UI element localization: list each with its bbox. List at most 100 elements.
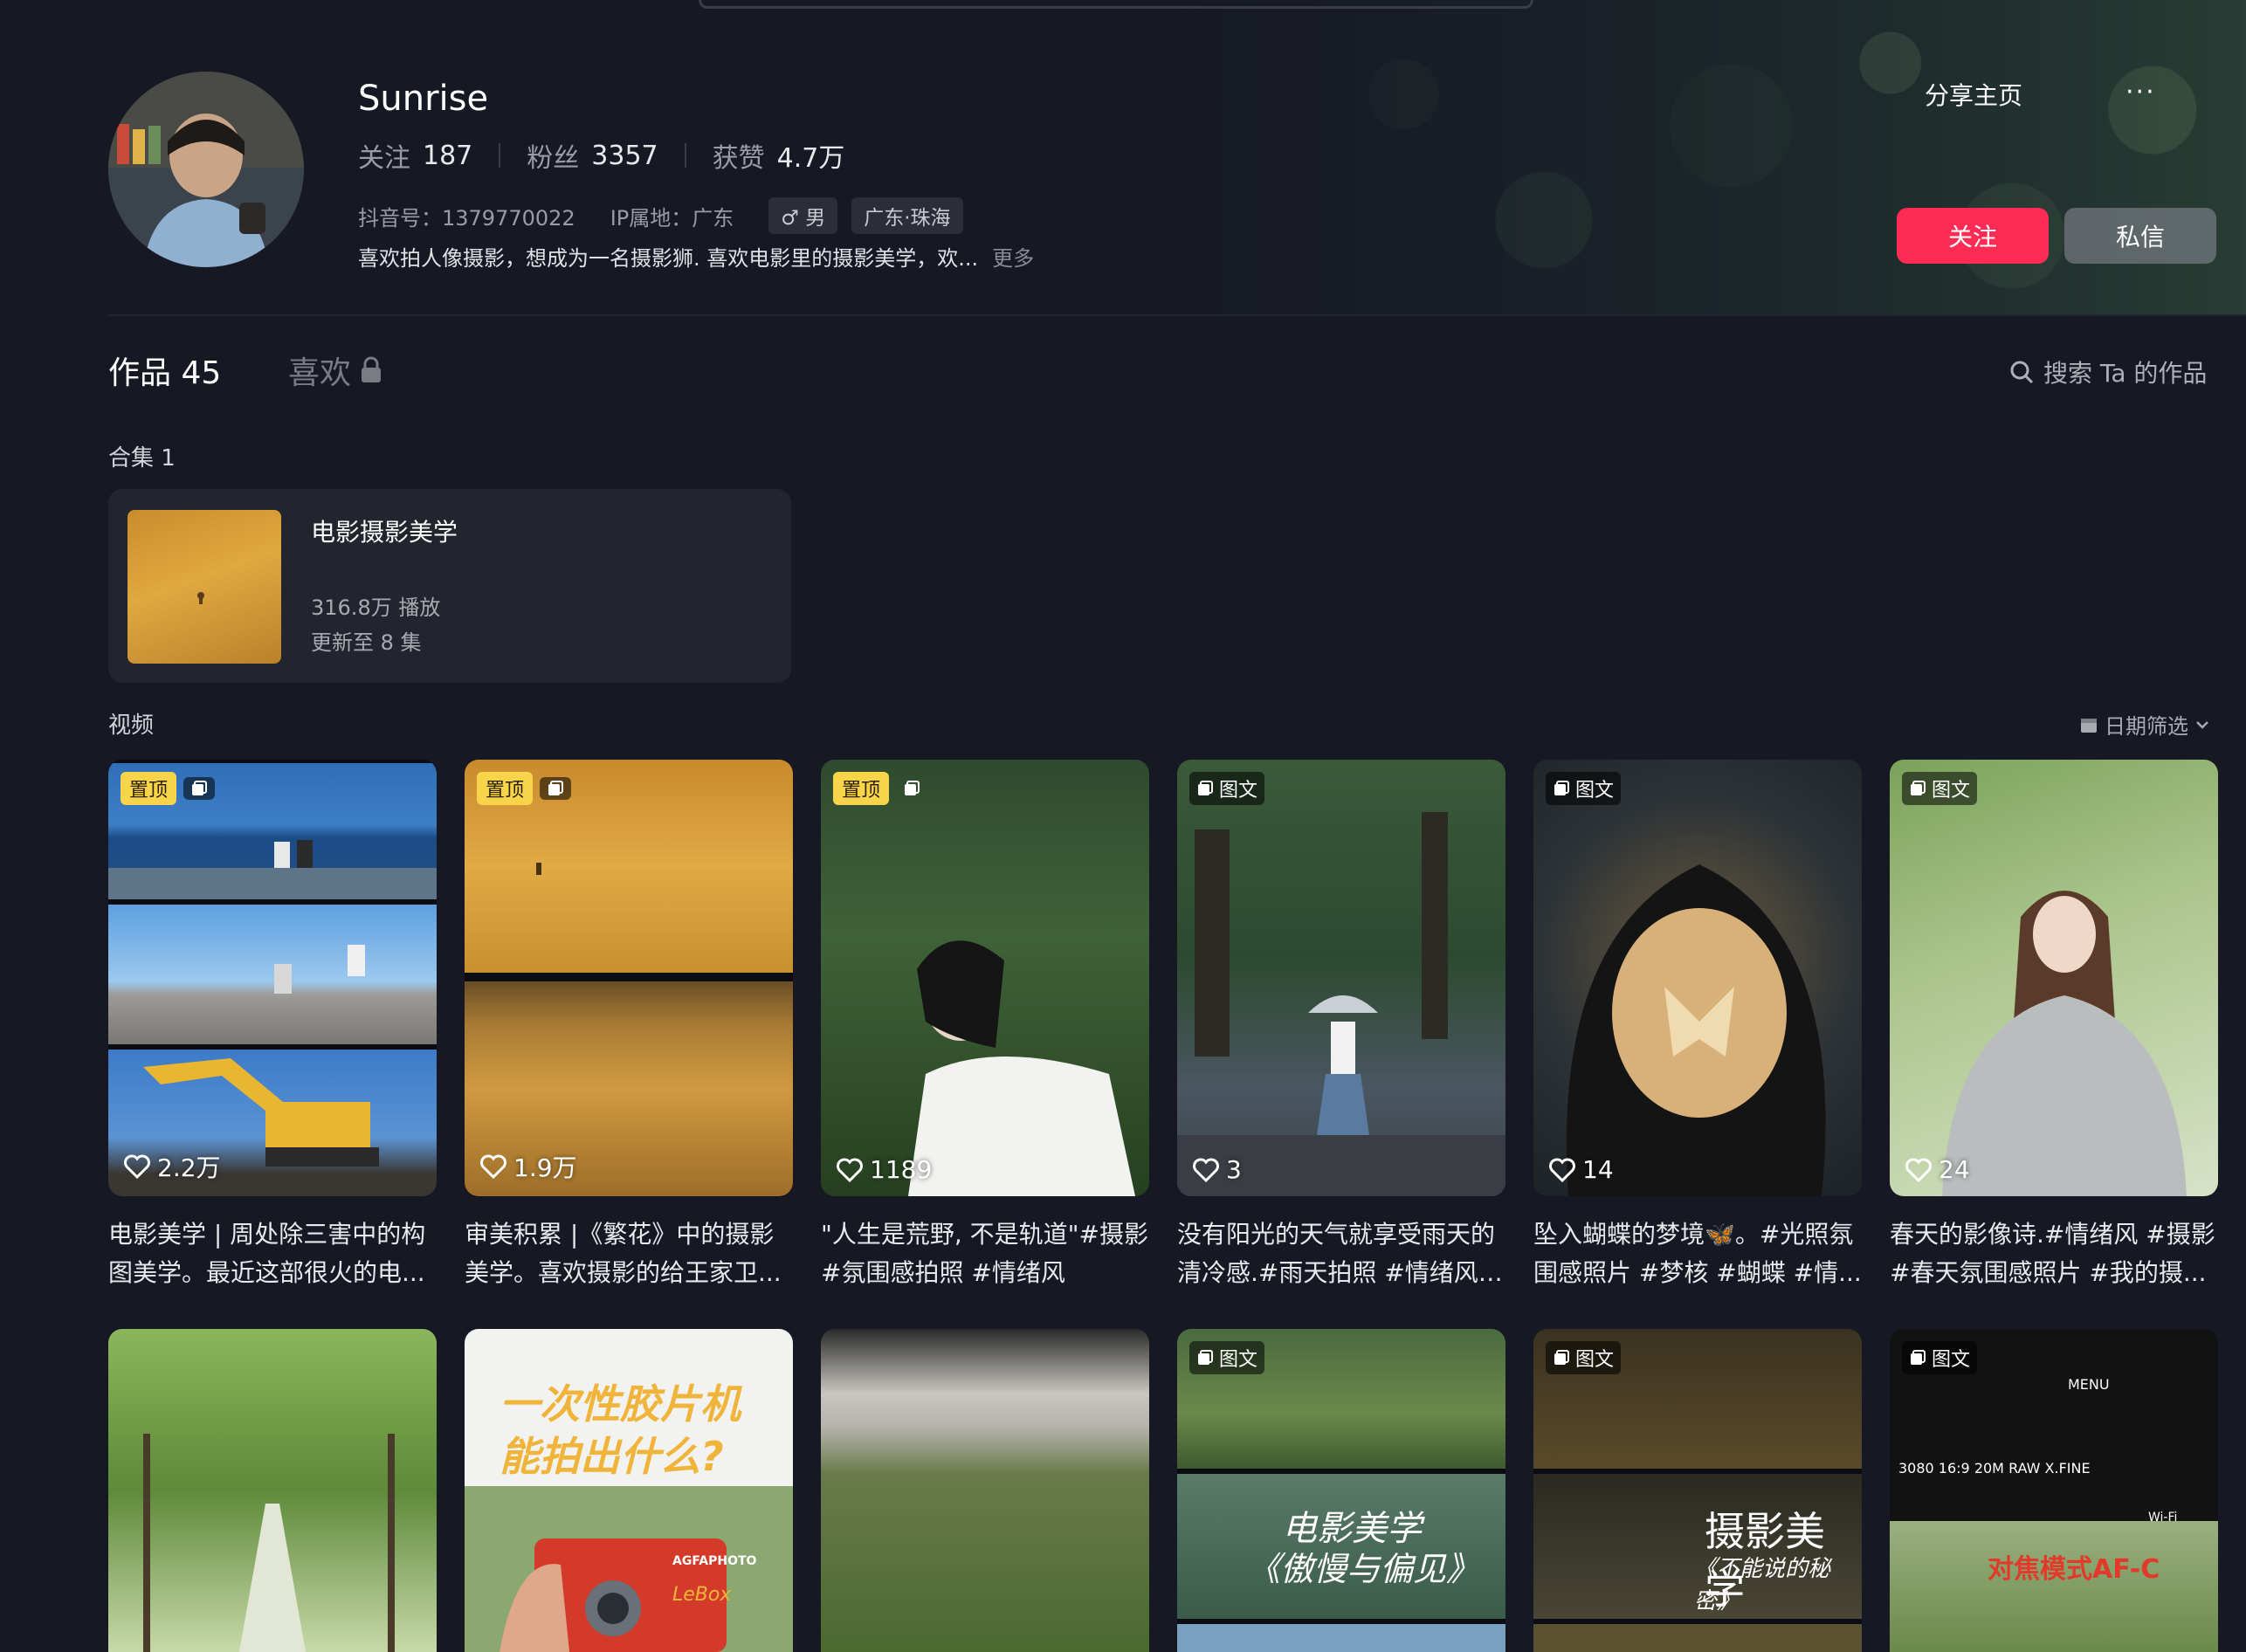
pinned-badge: 置顶	[833, 772, 890, 805]
image-post-card[interactable]: MENU 3080 16:9 20M RAW X.FINE 对焦模式AF-C W…	[1890, 1329, 2218, 1652]
stack-icon	[1554, 1350, 1569, 1365]
stack-icon	[1554, 781, 1569, 795]
caption-line: 坠入蝴蝶的梦境🦋。#光照氛	[1533, 1220, 1854, 1249]
like-count-value: 3	[1226, 1155, 1242, 1184]
like-count: 24	[1905, 1155, 1970, 1184]
tab-likes[interactable]: 喜欢	[288, 348, 382, 393]
share-profile-button[interactable]: 分享主页	[1925, 77, 2022, 112]
caption-line: 图美学。最近这部很火的电...	[108, 1258, 425, 1287]
card-badges: 图文	[1189, 1341, 1265, 1374]
card-caption[interactable]: 没有阳光的天气就享受雨天的 清冷感.#雨天拍照 #情绪风 ...	[1177, 1215, 1505, 1292]
video-card[interactable]: 置顶 1189	[821, 760, 1149, 1196]
stat-divider	[684, 143, 686, 168]
heart-icon	[1549, 1158, 1575, 1182]
image-post-card[interactable]: 电影美学 《傲慢与偏见》 图文	[1177, 1329, 1505, 1652]
camera-brand: AGFAPHOTO	[672, 1554, 757, 1568]
top-search-bar[interactable]	[699, 0, 1533, 9]
disposable-camera-icon	[465, 1486, 793, 1652]
gender-text: ♂ 男	[781, 207, 826, 230]
image-post-badge: 图文	[1189, 772, 1265, 805]
card-caption[interactable]: 春天的影像诗.#情绪风 #摄影 #春天氛围感照片 #我的摄...	[1890, 1215, 2218, 1292]
stack-icon	[1911, 781, 1926, 795]
heart-icon	[480, 1154, 506, 1179]
stat-divider	[499, 143, 501, 168]
pinned-badge: 置顶	[121, 772, 177, 805]
lock-icon	[362, 356, 382, 382]
date-filter-label: 日期筛选	[2105, 714, 2188, 739]
douyin-id: 抖音号：1379770022	[358, 205, 575, 231]
image-post-badge: 图文	[1546, 1341, 1622, 1374]
collection-updated: 更新至 8 集	[311, 630, 422, 655]
following-label[interactable]: 关注	[358, 136, 410, 175]
wifi-label: Wi-Fi	[2148, 1511, 2178, 1525]
collection-plays: 316.8万 播放	[311, 595, 441, 620]
video-section-label: 视频	[108, 712, 155, 739]
card-caption[interactable]: 电影美学 | 周处除三害中的构 图美学。最近这部很火的电...	[108, 1215, 437, 1292]
heart-icon	[837, 1158, 863, 1182]
thumb-butterfly-portrait	[1566, 864, 1826, 1196]
collection-title[interactable]: 电影摄影美学	[311, 513, 458, 548]
stack-icon	[1911, 1350, 1926, 1365]
card-caption[interactable]: "人生是荒野, 不是轨道"#摄影 #氛围感拍照 #情绪风	[821, 1215, 1149, 1292]
bio-more-link[interactable]: 更多	[992, 246, 1034, 271]
video-card[interactable]: 一次性胶片机 能拍出什么? AGFAPHOTO LeBox	[465, 1329, 793, 1652]
like-count-value: 1189	[870, 1155, 933, 1184]
follow-button[interactable]: 关注	[1897, 208, 2049, 264]
likes-count: 4.7万	[776, 143, 845, 174]
video-card[interactable]	[821, 1329, 1149, 1652]
stack-icon	[548, 781, 564, 795]
avatar[interactable]	[108, 72, 304, 267]
card-caption[interactable]: 坠入蝴蝶的梦境🦋。#光照氛 围感照片 #梦核 #蝴蝶 #情...	[1533, 1215, 1862, 1292]
camera-info-readout: 3080 16:9 20M RAW X.FINE	[1898, 1460, 2091, 1476]
like-count-value: 14	[1582, 1155, 1614, 1184]
image-post-badge: 图文	[1902, 772, 1978, 805]
followers-count[interactable]: 3357	[591, 141, 658, 171]
tab-works[interactable]: 作品 45	[108, 348, 221, 393]
image-post-card[interactable]: 摄影美学 《不能说的秘密》 图文	[1533, 1329, 1862, 1652]
caption-line: 围感照片 #梦核 #蝴蝶 #情...	[1533, 1258, 1862, 1287]
video-card[interactable]: 置顶 2.2万	[108, 760, 437, 1196]
followers-label[interactable]: 粉丝	[527, 136, 579, 175]
cover-title-line2: 能拍出什么?	[499, 1433, 724, 1480]
like-count-value: 2.2万	[157, 1153, 221, 1182]
image-post-card[interactable]: 图文 3	[1177, 760, 1505, 1196]
caption-line: 春天的影像诗.#情绪风 #摄影	[1890, 1220, 2215, 1249]
card-badges: 置顶	[121, 772, 216, 805]
date-filter-dropdown[interactable]: 日期筛选	[2078, 709, 2211, 740]
video-card[interactable]	[108, 1329, 437, 1652]
camera-menu-label: MENU	[2068, 1376, 2110, 1393]
like-count: 1189	[837, 1155, 932, 1184]
following-count[interactable]: 187	[423, 141, 472, 171]
caption-line: #氛围感拍照 #情绪风	[821, 1258, 1065, 1287]
caption-line: #春天氛围感照片 #我的摄...	[1890, 1258, 2207, 1287]
card-badges: 图文	[1546, 772, 1622, 805]
cover-title-line2: 《不能说的秘密》	[1694, 1556, 1831, 1614]
like-count: 1.9万	[480, 1149, 577, 1184]
more-options-icon[interactable]: ···	[2125, 77, 2156, 107]
card-caption[interactable]: 审美积累 |《繁花》中的摄影 美学。喜欢摄影的给王家卫...	[465, 1215, 793, 1292]
caption-line: 美学。喜欢摄影的给王家卫...	[465, 1258, 782, 1287]
collection-thumbnail[interactable]	[127, 510, 281, 664]
search-works-button[interactable]: 搜索 Ta 的作品	[2008, 354, 2207, 389]
image-post-label: 图文	[1932, 1349, 1971, 1371]
cover-title-line2: 《傲慢与偏见》	[1247, 1550, 1480, 1588]
like-count-value: 1.9万	[513, 1153, 577, 1182]
pinned-badge: 置顶	[477, 772, 534, 805]
image-post-card[interactable]: 图文 24	[1890, 760, 2218, 1196]
image-post-card[interactable]: 图文 14	[1533, 760, 1862, 1196]
card-badges: 图文	[1189, 772, 1265, 805]
like-count: 14	[1549, 1155, 1614, 1184]
message-button[interactable]: 私信	[2064, 208, 2216, 264]
bio-text: 喜欢拍人像摄影，想成为一名摄影狮. 喜欢电影里的摄影美学，欢...	[358, 246, 979, 271]
header-divider	[108, 314, 2246, 316]
stack-icon	[905, 781, 920, 795]
thumb-film-still-3	[1177, 1624, 1505, 1652]
video-card[interactable]: 置顶 1.9万	[465, 760, 793, 1196]
username: Sunrise	[358, 79, 489, 119]
image-post-label: 图文	[1219, 780, 1258, 802]
image-post-badge: 图文	[1189, 1341, 1265, 1374]
search-works-label: 搜索 Ta 的作品	[2043, 359, 2208, 388]
card-badges: 置顶	[477, 772, 572, 805]
caption-line: 审美积累 |《繁花》中的摄影	[465, 1220, 775, 1249]
card-badges: 图文	[1546, 1341, 1622, 1374]
